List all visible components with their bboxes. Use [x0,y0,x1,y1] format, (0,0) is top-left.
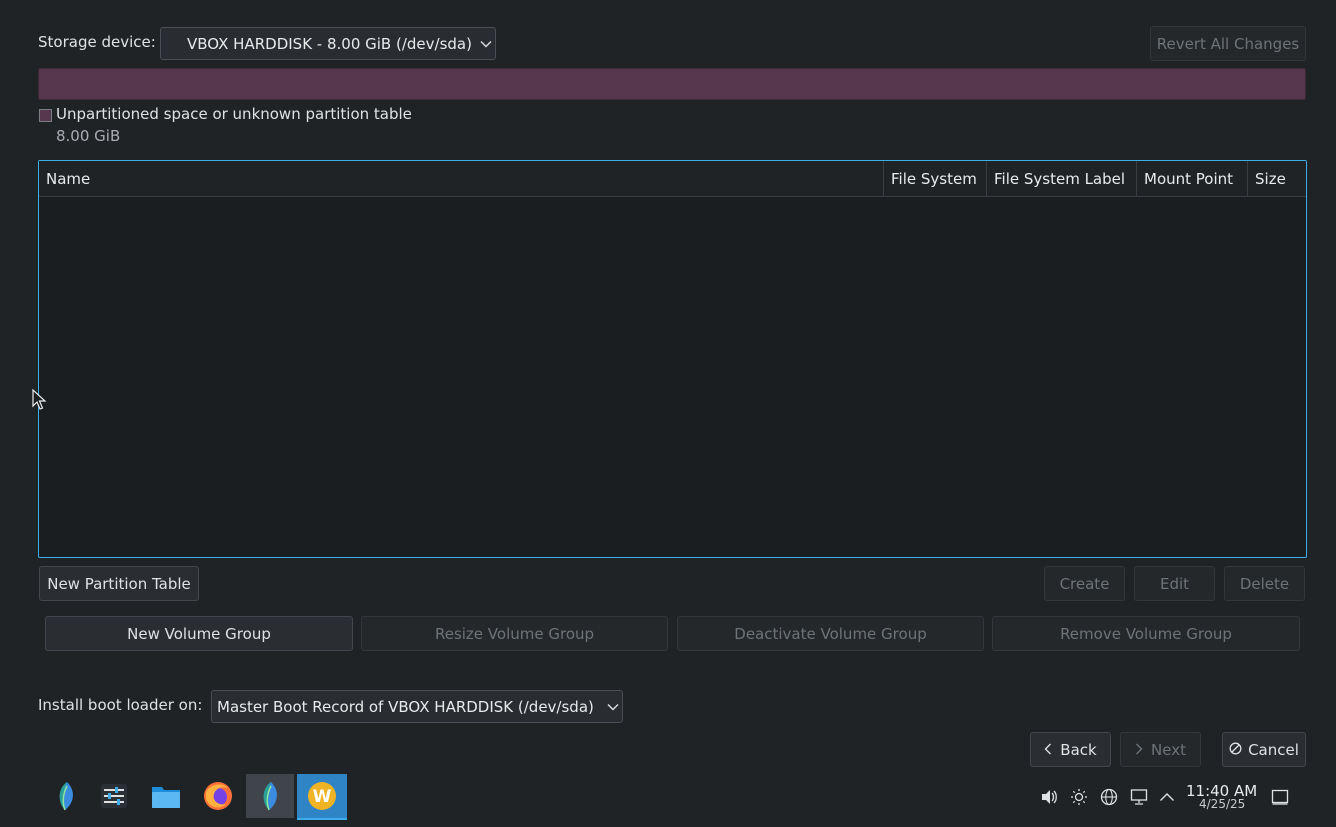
file-manager-icon[interactable] [144,775,188,817]
bootloader-label: Install boot loader on: [38,696,203,714]
column-header-name[interactable]: Name [39,161,883,196]
volume-icon[interactable] [1039,787,1059,807]
storage-device-value: VBOX HARDDISK - 8.00 GiB (/dev/sda) [187,34,472,53]
next-button[interactable]: Next [1120,732,1201,767]
next-label: Next [1151,740,1186,759]
welcome-icon[interactable]: W [297,774,347,820]
deactivate-volume-group-button[interactable]: Deactivate Volume Group [677,616,984,651]
brightness-icon[interactable] [1069,787,1089,807]
cancel-label: Cancel [1248,740,1299,759]
legend-swatch [39,109,52,122]
storage-device-select[interactable]: VBOX HARDDISK - 8.00 GiB (/dev/sda) [160,27,496,60]
cancel-button[interactable]: Cancel [1222,732,1306,767]
bootloader-select[interactable]: Master Boot Record of VBOX HARDDISK (/de… [211,690,623,723]
table-header: Name File System File System Label Mount… [39,161,1306,197]
mouse-cursor-icon [32,389,47,410]
back-button[interactable]: Back [1030,732,1111,767]
storage-device-label: Storage device: [38,33,156,51]
column-header-size[interactable]: Size [1247,161,1307,196]
clock-date[interactable]: 4/25/25 [1199,797,1245,811]
chevron-up-icon[interactable] [1157,787,1177,807]
resize-volume-group-button[interactable]: Resize Volume Group [361,616,668,651]
settings-icon[interactable] [92,775,136,817]
chevron-down-icon [477,40,495,48]
chevron-down-icon [604,703,622,711]
back-label: Back [1060,740,1097,759]
wired-network-icon[interactable] [1129,787,1149,807]
remove-volume-group-button[interactable]: Remove Volume Group [992,616,1300,651]
firefox-icon[interactable] [196,775,240,817]
column-header-mount-point[interactable]: Mount Point [1136,161,1248,196]
new-partition-table-button[interactable]: New Partition Table [39,566,199,601]
column-header-file-system-label[interactable]: File System Label [986,161,1137,196]
edit-button[interactable]: Edit [1134,566,1215,601]
network-globe-icon[interactable] [1099,787,1119,807]
partition-table[interactable]: Name File System File System Label Mount… [38,160,1307,558]
create-button[interactable]: Create [1044,566,1125,601]
column-header-file-system[interactable]: File System [883,161,987,196]
calamares-active-icon[interactable] [246,774,294,818]
legend-label: Unpartitioned space or unknown partition… [56,105,412,123]
chevron-right-icon [1135,741,1143,759]
chevron-left-icon [1044,741,1052,759]
bootloader-value: Master Boot Record of VBOX HARDDISK (/de… [217,697,594,716]
revert-all-changes-button[interactable]: Revert All Changes [1150,26,1306,61]
svg-text:W: W [313,787,332,807]
calamares-icon[interactable] [44,775,88,817]
delete-button[interactable]: Delete [1224,566,1305,601]
legend-size: 8.00 GiB [56,127,121,145]
partition-bar [38,68,1306,100]
cancel-icon [1229,741,1242,759]
show-desktop-icon[interactable] [1270,787,1290,807]
new-volume-group-button[interactable]: New Volume Group [45,616,353,651]
